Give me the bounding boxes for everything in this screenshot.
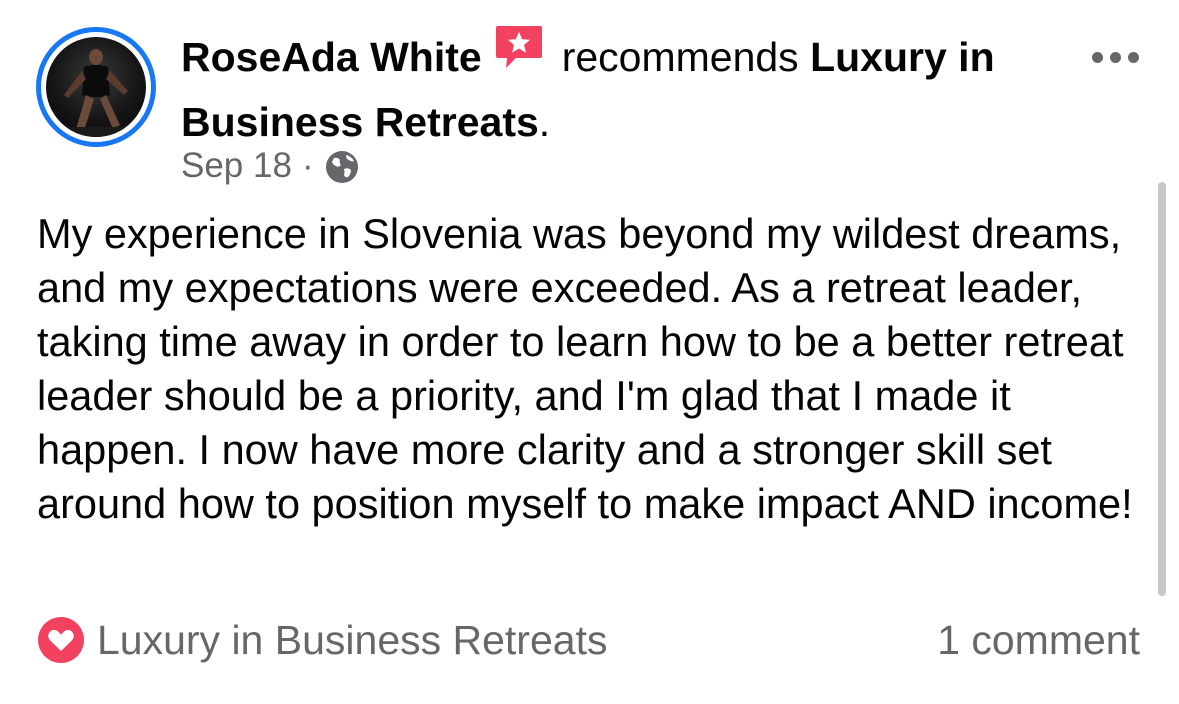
comment-count-link[interactable]: 1 comment xyxy=(937,617,1140,664)
avatar-photo xyxy=(46,37,146,137)
post-footer: Luxury in Business Retreats 1 comment xyxy=(37,612,1140,668)
globe-icon[interactable] xyxy=(324,149,360,185)
person-silhouette-icon xyxy=(56,49,136,137)
recommends-text: recommends xyxy=(561,34,799,80)
post-date[interactable]: Sep 18 xyxy=(181,146,292,186)
heart-reaction-icon xyxy=(37,616,85,664)
more-dot-icon xyxy=(1091,51,1103,63)
author-name[interactable]: RoseAda White xyxy=(181,34,482,80)
post-body: My experience in Slovenia was beyond my … xyxy=(37,210,1133,527)
more-options-button[interactable] xyxy=(1085,42,1145,72)
more-dot-icon xyxy=(1127,51,1139,63)
post-meta: Sep 18 · xyxy=(181,143,360,189)
avatar[interactable] xyxy=(36,27,156,147)
reaction-summary[interactable]: Luxury in Business Retreats xyxy=(37,616,607,664)
more-dot-icon xyxy=(1109,51,1121,63)
recommendation-star-badge-icon xyxy=(494,24,544,88)
meta-separator: · xyxy=(301,146,314,185)
reaction-label: Luxury in Business Retreats xyxy=(97,616,608,663)
scrollbar[interactable] xyxy=(1158,182,1166,596)
header-period: . xyxy=(538,99,551,146)
post-header: RoseAda White recommends Luxury in Busine… xyxy=(181,24,1041,152)
